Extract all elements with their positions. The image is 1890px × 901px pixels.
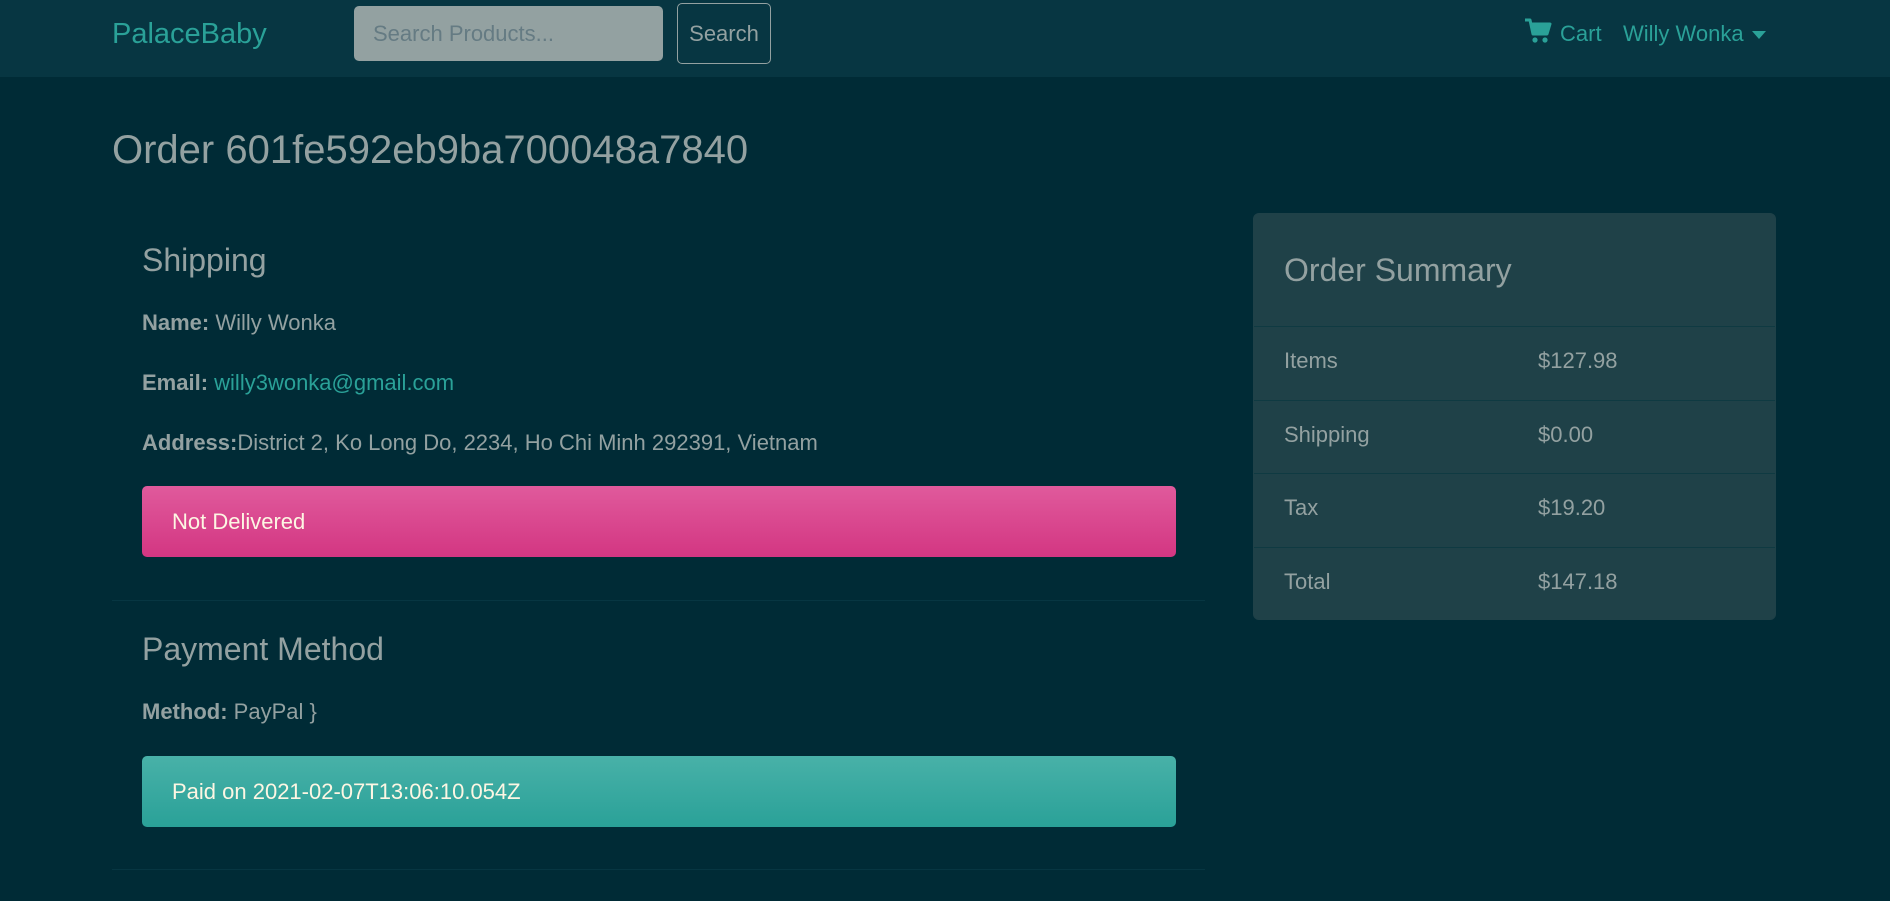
payment-status-text: Paid on 2021-02-07T13:06:10.054Z [172, 778, 521, 804]
cart-label: Cart [1560, 21, 1602, 46]
search-input[interactable] [354, 6, 663, 61]
shopping-cart-icon [1524, 18, 1552, 50]
method-label: Method: [142, 699, 228, 724]
email-link[interactable]: willy3wonka@gmail.com [214, 370, 454, 395]
brand-logo[interactable]: PalaceBaby [112, 14, 267, 54]
navbar: PalaceBaby Search Cart Willy Wonka [0, 0, 1890, 77]
summary-value: $19.20 [1538, 495, 1606, 520]
email-label: Email: [142, 370, 209, 395]
page-title: Order 601fe592eb9ba700048a7840 [112, 128, 749, 172]
summary-value: $127.98 [1538, 348, 1618, 373]
summary-row-total: Total $147.18 [1254, 547, 1775, 620]
name-value: Willy Wonka [215, 310, 336, 335]
summary-label: Tax [1284, 495, 1319, 520]
section-divider [112, 600, 1205, 601]
payment-heading: Payment Method [142, 631, 384, 667]
summary-label: Items [1284, 348, 1338, 373]
name-label: Name: [142, 310, 210, 335]
summary-label: Shipping [1284, 422, 1370, 447]
shipping-heading: Shipping [142, 242, 267, 278]
payment-section: Payment Method Method: PayPal } Paid on … [112, 602, 1205, 870]
summary-value: $147.18 [1538, 569, 1618, 594]
shipping-address: Address:District 2, Ko Long Do, 2234, Ho… [142, 428, 818, 458]
shipping-email: Email: willy3wonka@gmail.com [142, 368, 454, 398]
summary-label: Total [1284, 569, 1331, 594]
delivery-status-text: Not Delivered [172, 508, 306, 534]
user-name: Willy Wonka [1623, 21, 1744, 46]
summary-row-items: Items $127.98 [1254, 326, 1775, 399]
payment-method: Method: PayPal } [142, 699, 317, 724]
address-label: Address: [142, 430, 238, 455]
method-value: PayPal [233, 699, 304, 724]
address-value: District 2, Ko Long Do, 2234, Ho Chi Min… [237, 430, 818, 455]
cart-link[interactable]: Cart [1524, 18, 1602, 50]
shipping-section: Shipping Name: Willy Wonka Email: willy3… [112, 213, 1205, 601]
order-summary-card: Order Summary Items $127.98 Shipping $0.… [1253, 213, 1776, 620]
caret-down-icon [1751, 31, 1766, 39]
payment-status-alert: Paid on 2021-02-07T13:06:10.054Z [142, 756, 1176, 827]
order-summary-title: Order Summary [1284, 252, 1512, 288]
section-divider [112, 869, 1205, 870]
shipping-name: Name: Willy Wonka [142, 308, 336, 338]
search-button[interactable]: Search [677, 3, 771, 64]
delivery-status-alert: Not Delivered [142, 486, 1176, 557]
summary-value: $0.00 [1538, 422, 1594, 447]
user-menu-dropdown[interactable]: Willy Wonka [1623, 18, 1766, 50]
summary-row-tax: Tax $19.20 [1254, 473, 1775, 546]
summary-row-shipping: Shipping $0.00 [1254, 400, 1775, 473]
